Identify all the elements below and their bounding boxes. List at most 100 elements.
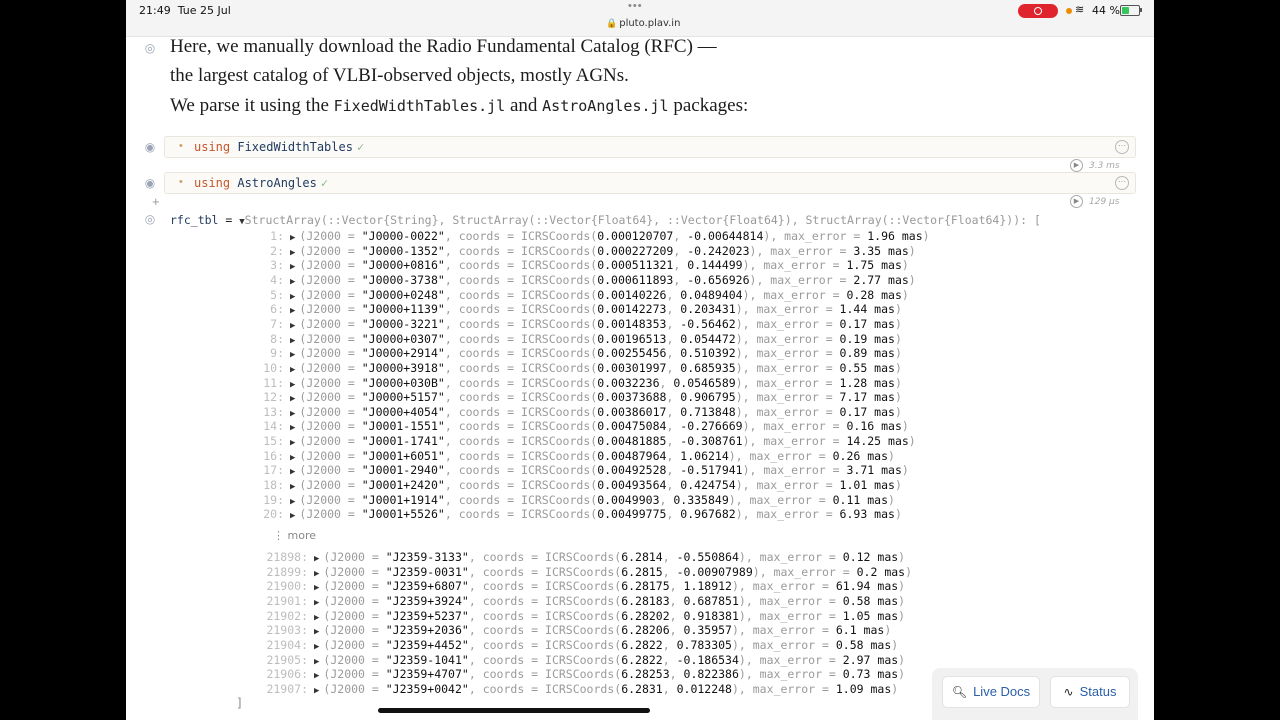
ra-value: 0.000227209 [597, 243, 674, 258]
ra-value: 0.00386017 [597, 404, 667, 419]
expand-triangle-icon[interactable]: ▶ [290, 482, 295, 492]
table-row[interactable]: 21900: ▶ (J2000 = "J2359+6807", coords = I… [254, 579, 905, 593]
run-cell-icon[interactable]: ▶ [1070, 159, 1083, 172]
expand-triangle-icon[interactable]: ▶ [290, 233, 295, 243]
toggle-code-eye-icon[interactable]: ◉ [142, 141, 158, 153]
dec-value: 0.967682 [680, 507, 736, 522]
cell-code[interactable]: using FixedWidthTables ✓ [194, 140, 364, 154]
home-indicator [378, 708, 650, 713]
table-row[interactable]: 4: ▶ (J2000 = "J0000-3738", coords = ICRSC… [254, 273, 916, 287]
url-bar[interactable]: 🔒 pluto.plav.in [606, 18, 680, 29]
run-cell-icon[interactable]: ▶ [1070, 195, 1083, 208]
expand-triangle-icon[interactable]: ▶ [290, 438, 295, 448]
table-row[interactable]: 21907: ▶ (J2000 = "J2359+0042", coords = I… [254, 682, 898, 696]
expand-triangle-icon[interactable]: ▶ [290, 394, 295, 404]
table-row[interactable]: 3: ▶ (J2000 = "J0000+0816", coords = ICRSC… [254, 258, 909, 272]
activity-icon: ∿ [1063, 685, 1074, 699]
table-row[interactable]: 19: ▶ (J2000 = "J0001+1914", coords = ICRS… [254, 493, 895, 507]
error-value: 0.26 [832, 448, 861, 463]
row-index: 8: [270, 331, 284, 346]
table-row[interactable]: 8: ▶ (J2000 = "J0000+0307", coords = ICRSC… [254, 332, 902, 346]
expand-triangle-icon[interactable]: ▶ [290, 511, 295, 521]
table-row[interactable]: 1: ▶ (J2000 = "J0000-0022", coords = ICRSC… [254, 229, 929, 243]
add-cell-plus-icon[interactable]: + [152, 194, 160, 209]
table-row[interactable]: 13: ▶ (J2000 = "J0000+4054", coords = ICRS… [254, 405, 902, 419]
table-row[interactable]: 21899: ▶ (J2000 = "J2359-0031", coords = I… [254, 565, 912, 579]
row-index: 21898: [266, 550, 308, 564]
expand-triangle-icon[interactable]: ▶ [290, 467, 295, 477]
hidden-code-eye-icon[interactable]: ◎ [142, 213, 158, 225]
table-row[interactable]: 20: ▶ (J2000 = "J0001+5526", coords = ICRS… [254, 507, 902, 521]
expand-triangle-icon[interactable]: ▶ [290, 306, 295, 316]
table-row[interactable]: 2: ▶ (J2000 = "J0000-1352", coords = ICRSC… [254, 244, 916, 258]
table-row[interactable]: 21901: ▶ (J2000 = "J2359+3924", coords = I… [254, 594, 905, 608]
mic-indicator-icon [1066, 8, 1072, 14]
table-row[interactable]: 18: ▶ (J2000 = "J0001+2420", coords = ICRS… [254, 478, 902, 492]
table-row[interactable]: 12: ▶ (J2000 = "J0000+5157", coords = ICRS… [254, 390, 902, 404]
check-icon: ✓ [356, 140, 365, 154]
expand-triangle-icon[interactable]: ▶ [290, 321, 295, 331]
ra-value: 0.000120707 [597, 229, 674, 243]
table-row[interactable]: 7: ▶ (J2000 = "J0000-3221", coords = ICRSC… [254, 317, 902, 331]
dec-value: -0.00644814 [687, 229, 764, 243]
expand-triangle-icon[interactable]: ▶ [290, 248, 295, 258]
dec-value: 0.685935 [680, 360, 736, 375]
expand-triangle-icon[interactable]: ▶ [290, 423, 295, 433]
table-row[interactable]: 21904: ▶ (J2000 = "J2359+4452", coords = I… [254, 638, 898, 652]
more-dots-icon[interactable]: ••• [628, 0, 643, 12]
table-row[interactable]: 16: ▶ (J2000 = "J0001+6051", coords = ICRS… [254, 449, 895, 463]
row-index: 6: [270, 302, 284, 317]
table-row[interactable]: 10: ▶ (J2000 = "J0000+3918", coords = ICRS… [254, 361, 902, 375]
table-row[interactable]: 21903: ▶ (J2000 = "J2359+2036", coords = I… [254, 623, 891, 637]
table-row[interactable]: 15: ▶ (J2000 = "J0001-1741", coords = ICRS… [254, 434, 916, 448]
table-row[interactable]: 11: ▶ (J2000 = "J0000+030B", coords = ICRS… [254, 376, 902, 390]
expand-triangle-icon[interactable]: ▶ [314, 671, 319, 681]
table-row[interactable]: 21906: ▶ (J2000 = "J2359+4707", coords = I… [254, 667, 905, 681]
cell-options-icon[interactable]: ··· [1115, 176, 1129, 190]
code-cell-using-fixedwidthtables[interactable]: • using FixedWidthTables ✓ ··· [164, 136, 1136, 158]
live-docs-button[interactable]: 🔍︎ Live Docs [942, 676, 1040, 708]
dec-value: 0.0489404 [680, 287, 743, 302]
expand-triangle-icon[interactable]: ▶ [314, 583, 319, 593]
expand-triangle-icon[interactable]: ▶ [290, 262, 295, 272]
table-row[interactable]: 21905: ▶ (J2000 = "J2359-1041", coords = I… [254, 653, 905, 667]
expand-triangle-icon[interactable]: ▶ [290, 380, 295, 390]
table-row[interactable]: 21902: ▶ (J2000 = "J2359+5237", coords = I… [254, 609, 905, 623]
table-row[interactable]: 6: ▶ (J2000 = "J0000+1139", coords = ICRSC… [254, 302, 902, 316]
expand-triangle-icon[interactable]: ▶ [290, 336, 295, 346]
expand-triangle-icon[interactable]: ▶ [314, 569, 319, 579]
expand-triangle-icon[interactable]: ▶ [314, 554, 319, 564]
error-value: 0.89 [839, 346, 868, 361]
expand-triangle-icon[interactable]: ▶ [290, 453, 295, 463]
code-cell-using-astroangles[interactable]: • using AstroAngles ✓ ··· [164, 172, 1136, 194]
expand-triangle-icon[interactable]: ▶ [314, 598, 319, 608]
row-index: 1: [270, 229, 284, 243]
expand-triangle-icon[interactable]: ▶ [290, 350, 295, 360]
expand-triangle-icon[interactable]: ▶ [314, 657, 319, 667]
hidden-code-eye-icon[interactable]: ◎ [142, 42, 158, 54]
table-row[interactable]: 17: ▶ (J2000 = "J0001-2940", coords = ICRS… [254, 463, 909, 477]
cell-code[interactable]: using AstroAngles ✓ [194, 176, 328, 190]
status-button[interactable]: ∿ Status [1050, 676, 1130, 708]
expand-triangle-icon[interactable]: ▶ [314, 642, 319, 652]
expand-triangle-icon[interactable]: ▶ [290, 277, 295, 287]
expand-triangle-icon[interactable]: ▶ [290, 409, 295, 419]
expand-triangle-icon[interactable]: ▶ [314, 627, 319, 637]
source-name: J0000-3221 [368, 316, 438, 331]
table-row[interactable]: 14: ▶ (J2000 = "J0001-1551", coords = ICRS… [254, 419, 909, 433]
expand-triangle-icon[interactable]: ▶ [314, 613, 319, 623]
toggle-code-eye-icon[interactable]: ◉ [142, 177, 158, 189]
expand-triangle-icon[interactable]: ▶ [290, 497, 295, 507]
ra-value: 6.2814 [621, 550, 663, 564]
cell-options-icon[interactable]: ··· [1115, 140, 1129, 154]
screen-record-icon[interactable] [1018, 4, 1058, 18]
more-link[interactable]: ⋮ more [273, 529, 316, 542]
table-row[interactable]: 21898: ▶ (J2000 = "J2359-3133", coords = I… [254, 550, 905, 564]
expand-triangle-icon[interactable]: ▶ [290, 365, 295, 375]
error-value: 7.17 [839, 390, 868, 405]
package-name: FixedWidthTables.jl [333, 97, 506, 115]
table-row[interactable]: 5: ▶ (J2000 = "J0000+0248", coords = ICRSC… [254, 288, 909, 302]
expand-triangle-icon[interactable]: ▶ [290, 292, 295, 302]
table-row[interactable]: 9: ▶ (J2000 = "J0000+2914", coords = ICRSC… [254, 346, 902, 360]
expand-triangle-icon[interactable]: ▶ [314, 686, 319, 696]
